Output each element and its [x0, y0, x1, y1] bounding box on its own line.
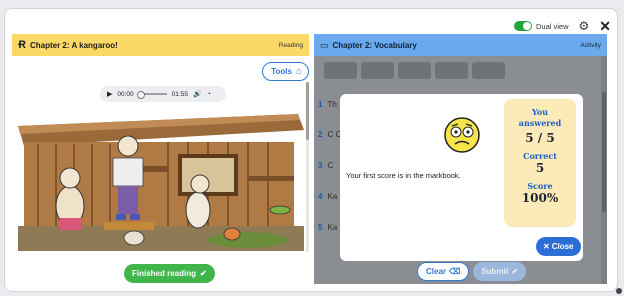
- reading-tag: Reading: [278, 41, 303, 49]
- finished-reading-button[interactable]: Finished reading ✔: [124, 264, 215, 283]
- monitor-icon: ▭: [320, 39, 329, 50]
- question-number: 4: [318, 192, 323, 201]
- tools-icon: ⌂: [295, 66, 302, 77]
- reading-header: Ɍ Chapter 2: A kangaroo! Reading: [12, 34, 309, 56]
- question-text: Ka: [327, 223, 338, 232]
- dual-view-control[interactable]: Dual view: [513, 21, 569, 31]
- submit-label: Submit: [481, 267, 509, 276]
- score-dialog: Your first score is in the markbook. You…: [340, 94, 583, 261]
- check-icon: ✔: [511, 267, 519, 276]
- top-bar: Dual view ⚙ ✕: [513, 17, 611, 35]
- answered-label: You answered: [518, 107, 562, 128]
- dual-view-label: Dual view: [535, 21, 569, 31]
- story-illustration: [18, 106, 304, 251]
- question-number: 3: [318, 161, 323, 170]
- submit-button[interactable]: Submit ✔: [473, 262, 527, 281]
- answer-chip-row: [324, 62, 505, 79]
- question-item: 1 Th: [318, 100, 337, 109]
- audio-progress-slider[interactable]: [136, 91, 167, 99]
- answer-chip[interactable]: [472, 62, 505, 79]
- close-label: Close: [551, 242, 574, 251]
- close-button[interactable]: ✕ Close: [536, 237, 581, 256]
- activity-header: ▭ Chapter 2: Vocabulary Activity: [314, 34, 607, 56]
- question-number: 5: [318, 223, 323, 232]
- volume-icon[interactable]: 🔊: [193, 90, 202, 98]
- score-message: Your first score is in the markbook.: [346, 171, 461, 180]
- answered-value: 5 / 5: [525, 131, 555, 145]
- question-number: 2: [318, 130, 323, 139]
- tools-label: Tools: [271, 67, 292, 76]
- reading-content: Tools ⌂ ▶ 00:00 01:55 🔊 ◔: [12, 56, 309, 260]
- tools-button[interactable]: Tools ⌂: [262, 62, 309, 81]
- activity-scrollbar[interactable]: [601, 56, 607, 284]
- activity-scroll-thumb[interactable]: [602, 92, 606, 212]
- eraser-icon: ⌫: [449, 267, 461, 276]
- close-icon[interactable]: ✕: [599, 19, 611, 33]
- reading-scrollbar[interactable]: [306, 82, 309, 252]
- question-text: Ka: [327, 192, 338, 201]
- question-item: 3C: [318, 161, 333, 170]
- close-icon: ✕: [543, 242, 550, 251]
- reader-logo-icon: Ɍ: [18, 39, 26, 51]
- dizzy-face-icon: [444, 117, 480, 153]
- clear-label: Clear: [426, 267, 447, 276]
- score-label: Score: [527, 181, 553, 191]
- corner-indicator: [616, 288, 622, 294]
- question-number: 1: [318, 100, 323, 109]
- score-card: You answered 5 / 5 Correct 5 Score 100%: [504, 99, 576, 227]
- clear-button[interactable]: Clear ⌫: [417, 262, 470, 281]
- audio-duration: 01:55: [171, 90, 188, 98]
- audio-current-time: 00:00: [117, 90, 134, 98]
- question-text: Th: [327, 100, 337, 109]
- activity-tag: Activity: [580, 41, 601, 49]
- gear-icon[interactable]: ⚙: [579, 20, 590, 32]
- reading-scroll-thumb[interactable]: [306, 82, 309, 140]
- check-icon: ✔: [200, 269, 207, 278]
- reading-panel: Ɍ Chapter 2: A kangaroo! Reading Tools ⌂…: [12, 34, 309, 260]
- activity-title: Chapter 2: Vocabulary: [332, 40, 417, 50]
- answer-chip[interactable]: [361, 62, 394, 79]
- answer-chip[interactable]: [435, 62, 468, 79]
- play-icon[interactable]: ▶: [107, 90, 112, 98]
- audio-player: ▶ 00:00 01:55 🔊 ◔: [100, 86, 226, 102]
- answer-chip[interactable]: [398, 62, 431, 79]
- question-item: 4 Ka: [318, 192, 337, 201]
- answer-chip[interactable]: [324, 62, 357, 79]
- dual-view-toggle[interactable]: [513, 21, 532, 31]
- question-text: C: [327, 161, 334, 170]
- activity-actions: Clear ⌫ Submit ✔: [417, 262, 527, 281]
- speed-icon[interactable]: ◔: [207, 91, 211, 98]
- correct-value: 5: [535, 161, 545, 175]
- finished-reading-label: Finished reading: [132, 269, 197, 278]
- score-value: 100%: [521, 191, 559, 205]
- correct-label: Correct: [523, 151, 557, 161]
- reading-title: Chapter 2: A kangaroo!: [29, 40, 118, 50]
- question-item: 5 Ka: [318, 223, 337, 232]
- question-item: 2C C: [318, 130, 341, 139]
